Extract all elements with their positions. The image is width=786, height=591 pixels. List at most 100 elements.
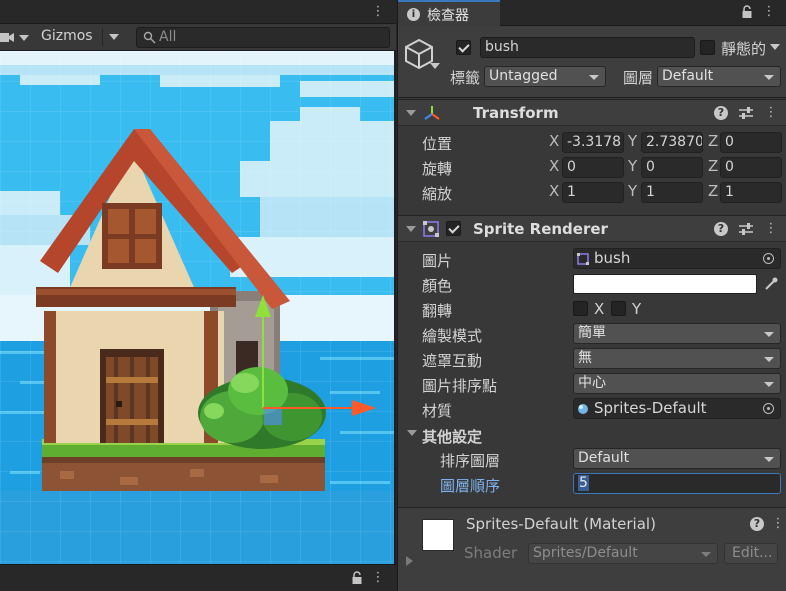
layer-dropdown[interactable]: Default <box>657 66 781 87</box>
material-label: 材質 <box>422 402 453 420</box>
transform-title: Transform <box>473 104 559 122</box>
foldout-arrow-icon[interactable] <box>406 110 416 116</box>
material-object-field[interactable]: Sprites-Default <box>573 398 781 419</box>
scene-kebab-menu-icon[interactable]: ⋮ <box>371 4 385 20</box>
help-icon[interactable]: ? <box>714 222 728 236</box>
divider <box>102 29 103 46</box>
scene-view: ⋮ Gizmos All ⋮ <box>0 0 396 591</box>
position-z-field[interactable]: 0 <box>720 132 782 153</box>
sort-point-dropdown[interactable]: 中心 <box>573 373 781 394</box>
sprite-object-field[interactable]: bush <box>573 248 781 269</box>
material-kebab-menu-icon[interactable]: ⋮ <box>771 516 785 532</box>
tag-dropdown[interactable]: Untagged <box>484 66 606 87</box>
chevron-down-icon <box>701 552 711 557</box>
sprite-renderer-header[interactable]: Sprite Renderer ? ⋮ <box>398 215 786 242</box>
axis-x-label[interactable]: X <box>549 132 559 150</box>
object-picker-icon[interactable] <box>763 403 774 414</box>
additional-settings-label[interactable]: 其他設定 <box>422 426 482 447</box>
chevron-down-icon[interactable] <box>109 34 119 40</box>
sorting-layer-dropdown[interactable]: Default <box>573 448 781 469</box>
chevron-down-icon <box>764 332 774 337</box>
bottom-kebab-menu-icon[interactable]: ⋮ <box>371 570 385 586</box>
inspector-lock-icon[interactable] <box>740 5 754 19</box>
axis-z-label[interactable]: Z <box>708 132 718 150</box>
object-picker-icon[interactable] <box>763 253 774 264</box>
axis-y-label[interactable]: Y <box>628 132 637 150</box>
search-placeholder: All <box>159 29 177 45</box>
transform-header[interactable]: Transform ? ⋮ <box>398 99 786 126</box>
rotation-x-field[interactable]: 0 <box>562 157 624 178</box>
axis-z-label[interactable]: Z <box>708 157 718 175</box>
transform-axes-icon <box>424 106 440 120</box>
inspector-kebab-menu-icon[interactable]: ⋮ <box>762 4 776 20</box>
eyedropper-icon[interactable] <box>763 276 779 292</box>
tab-inspector[interactable]: i 檢查器 <box>398 0 500 26</box>
scene-canvas[interactable] <box>0 51 394 564</box>
flip-y-checkbox[interactable] <box>611 301 626 316</box>
rotation-y-field[interactable]: 0 <box>641 157 703 178</box>
axis-x-label[interactable]: X <box>549 182 559 200</box>
axis-y-label[interactable]: Y <box>628 182 637 200</box>
sprite-renderer-icon <box>423 221 439 237</box>
mask-interaction-dropdown[interactable]: 無 <box>573 348 781 369</box>
color-swatch[interactable] <box>573 274 757 294</box>
camera-dropdown[interactable] <box>0 27 30 48</box>
edit-shader-button[interactable]: Edit... <box>724 543 778 564</box>
foldout-arrow-icon[interactable] <box>407 430 417 438</box>
sort-point-value: 中心 <box>578 375 606 391</box>
position-x-field[interactable]: -3.3178 <box>562 132 624 153</box>
tag-label: 標籤 <box>450 69 481 87</box>
mask-interaction-value: 無 <box>578 350 592 366</box>
icon-chevron-down-icon[interactable] <box>430 62 440 70</box>
scene-toolbar: Gizmos All <box>0 24 396 51</box>
presets-icon[interactable] <box>738 106 754 120</box>
info-icon: i <box>407 8 420 21</box>
help-icon[interactable]: ? <box>714 106 728 120</box>
scale-label: 縮放 <box>422 185 453 203</box>
rotation-z-field[interactable]: 0 <box>720 157 782 178</box>
transform-kebab-menu-icon[interactable]: ⋮ <box>764 105 778 121</box>
scale-x-field[interactable]: 1 <box>562 182 624 203</box>
sprite-renderer-enabled-checkbox[interactable] <box>446 221 461 236</box>
chevron-down-icon <box>764 357 774 362</box>
shader-label: Shader <box>464 544 518 562</box>
order-in-layer-input[interactable]: 5 <box>573 473 781 494</box>
foldout-collapsed-icon[interactable] <box>406 556 414 566</box>
foldout-arrow-icon[interactable] <box>406 226 416 232</box>
static-checkbox[interactable] <box>700 40 715 55</box>
inspector-tab-bar: i 檢查器 ⋮ <box>398 0 786 26</box>
gizmos-dropdown[interactable]: Gizmos <box>36 27 128 48</box>
order-in-layer-label: 圖層順序 <box>440 477 501 495</box>
position-label: 位置 <box>422 135 453 153</box>
active-checkbox[interactable] <box>456 40 471 55</box>
sort-point-label: 圖片排序點 <box>422 377 498 395</box>
scale-z-field[interactable]: 1 <box>720 182 782 203</box>
flip-x-checkbox[interactable] <box>573 301 588 316</box>
material-sphere-icon <box>578 404 588 414</box>
axis-y-label[interactable]: Y <box>628 157 637 175</box>
scale-y-field[interactable]: 1 <box>641 182 703 203</box>
presets-icon[interactable] <box>738 222 754 236</box>
axis-x-label[interactable]: X <box>549 157 559 175</box>
help-icon[interactable]: ? <box>750 517 764 531</box>
axis-z-label[interactable]: Z <box>708 182 718 200</box>
flip-label: 翻轉 <box>422 302 453 320</box>
camera-icon <box>0 33 29 42</box>
gizmo-plane-handle[interactable] <box>264 407 282 425</box>
mask-interaction-label: 遮罩互動 <box>422 352 483 370</box>
chevron-down-icon <box>589 75 599 80</box>
scene-search-input[interactable]: All <box>136 27 390 48</box>
lock-icon[interactable] <box>350 571 364 585</box>
position-y-field[interactable]: 2.73870 <box>641 132 703 153</box>
shader-dropdown[interactable]: Sprites/Default <box>528 543 718 564</box>
layer-label: 圖層 <box>623 69 654 87</box>
gameobject-name-input[interactable]: bush <box>480 37 695 58</box>
static-chevron-down-icon[interactable] <box>770 44 780 51</box>
sprite-renderer-kebab-menu-icon[interactable]: ⋮ <box>764 221 778 237</box>
shader-value: Sprites/Default <box>533 545 638 561</box>
draw-mode-dropdown[interactable]: 簡單 <box>573 323 781 344</box>
scene-viewport[interactable] <box>0 51 394 564</box>
draw-mode-label: 繪製模式 <box>422 327 483 345</box>
sorting-layer-value: Default <box>578 450 630 466</box>
material-name: Sprites-Default (Material) <box>466 515 656 533</box>
